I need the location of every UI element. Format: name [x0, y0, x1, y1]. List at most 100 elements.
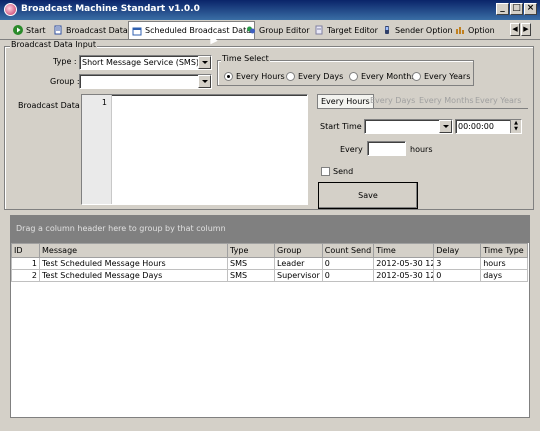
tab-sender-option[interactable]: Sender Option: [379, 21, 456, 39]
send-checkbox[interactable]: Send: [321, 167, 353, 176]
radio-every-days[interactable]: Every Days: [286, 72, 343, 81]
tab-broadcast-data-label: Broadcast Data: [66, 25, 128, 35]
cell-time[interactable]: 2012-05-30 12:0: [373, 257, 435, 270]
radio-dot-icon: [349, 72, 358, 81]
cell-id[interactable]: 1: [11, 257, 40, 270]
column-header-delay[interactable]: Delay: [433, 243, 482, 258]
scheduled-data-grid: Drag a column header here to group by th…: [10, 215, 530, 418]
cell-type[interactable]: SMS: [227, 269, 275, 282]
tab-scheduled-broadcast-data-label: Scheduled Broadcast Data: [145, 26, 252, 35]
tab-scroll-left-button[interactable]: ◀: [510, 23, 520, 36]
cell-group[interactable]: Supervisor: [274, 269, 323, 282]
type-select[interactable]: Short Message Service (SMS): [79, 55, 212, 70]
tab-start-label: Start: [26, 25, 46, 35]
target-icon: [315, 25, 323, 35]
type-select-value: Short Message Service (SMS): [82, 58, 200, 67]
cell-group[interactable]: Leader: [274, 257, 323, 270]
line-number: 1: [101, 98, 107, 107]
scheduled-data-table: ID Message Type Group Count Send Time De…: [11, 243, 529, 282]
tab-broadcast-data[interactable]: Broadcast Data: [50, 21, 131, 39]
close-button[interactable]: ×: [524, 3, 537, 15]
tab-target-editor-label: Target Editor: [327, 25, 378, 35]
cell-time[interactable]: 2012-05-30 12:0: [373, 269, 435, 282]
subtab-every-hours[interactable]: Every Hours: [317, 94, 374, 108]
column-header-type[interactable]: Type: [227, 243, 275, 258]
tab-group-editor-label: Group Editor: [259, 25, 310, 35]
chevron-down-icon[interactable]: [198, 75, 211, 88]
radio-every-months-label: Every Months: [361, 72, 416, 81]
radio-dot-icon: [224, 72, 233, 81]
start-time-input[interactable]: 00:00:00 ▲ ▼: [455, 119, 522, 134]
every-label: Every: [340, 145, 363, 154]
save-button[interactable]: Save: [318, 182, 418, 209]
broadcast-data-editor[interactable]: 1: [81, 94, 308, 205]
time-select-label: Time Select: [221, 54, 270, 63]
tab-target-editor[interactable]: Target Editor: [311, 21, 381, 39]
chevron-down-icon[interactable]: [439, 120, 452, 133]
chevron-down-icon[interactable]: [198, 56, 211, 69]
column-header-count-send[interactable]: Count Send: [321, 243, 375, 258]
tab-group-editor[interactable]: Group Editor: [243, 21, 313, 39]
group-label: Group :: [50, 77, 80, 86]
every-value-input[interactable]: [367, 141, 406, 156]
start-time-label: Start Time :: [320, 122, 367, 131]
cell-delay[interactable]: 0: [433, 269, 482, 282]
radio-dot-icon: [412, 72, 421, 81]
start-time-value: 00:00:00: [458, 122, 494, 131]
toolbar: Start Broadcast Data Scheduled Broadcast…: [0, 20, 540, 40]
group-by-drop-area[interactable]: Drag a column header here to group by th…: [11, 216, 529, 243]
cell-count-send[interactable]: 0: [321, 269, 375, 282]
radio-every-months[interactable]: Every Months: [349, 72, 416, 81]
send-checkbox-label: Send: [333, 167, 354, 176]
column-header-message[interactable]: Message: [39, 243, 228, 258]
tab-scroll-right-button[interactable]: ▶: [521, 23, 531, 36]
cell-time-type[interactable]: days: [480, 269, 529, 282]
subtab-every-months[interactable]: Every Months: [416, 94, 477, 108]
calendar-icon: [132, 27, 142, 35]
broadcast-data-label: Broadcast Data :: [18, 101, 85, 110]
cell-id[interactable]: 2: [11, 269, 40, 282]
minimize-button[interactable]: _: [496, 3, 509, 15]
play-icon: [13, 25, 23, 35]
group-select[interactable]: [79, 74, 212, 89]
radio-every-years[interactable]: Every Years: [412, 72, 470, 81]
column-header-time-type[interactable]: Time Type: [480, 243, 529, 258]
radio-every-hours-label: Every Hours: [236, 72, 285, 81]
start-date-picker[interactable]: [364, 119, 453, 134]
save-button-label: Save: [358, 191, 378, 200]
title-bar: Broadcast Machine Standart v1.0.0 _ □ ×: [0, 0, 540, 20]
group-icon: [247, 26, 255, 34]
table-row[interactable]: 2 Test Scheduled Message Days SMS Superv…: [11, 269, 529, 282]
scheduled-broadcast-panel: Broadcast Data Input Type : Short Messag…: [0, 40, 540, 431]
broadcast-input-group-label: Broadcast Data Input: [10, 40, 97, 49]
column-header-id[interactable]: ID: [11, 243, 40, 258]
checkbox-icon: [321, 167, 330, 176]
document-icon: [54, 25, 62, 35]
tab-sender-option-label: Sender Option: [395, 25, 453, 35]
cell-delay[interactable]: 3: [433, 257, 482, 270]
tab-option-label: Option: [468, 25, 495, 35]
radio-every-days-label: Every Days: [298, 72, 344, 81]
tab-start[interactable]: Start: [10, 21, 49, 39]
table-row[interactable]: 1 Test Scheduled Message Hours SMS Leade…: [11, 257, 529, 270]
cell-message[interactable]: Test Scheduled Message Hours: [39, 257, 228, 270]
cell-count-send[interactable]: 0: [321, 257, 375, 270]
line-gutter: 1: [82, 95, 112, 204]
column-header-time[interactable]: Time: [373, 243, 435, 258]
cell-message[interactable]: Test Scheduled Message Days: [39, 269, 228, 282]
radio-every-hours[interactable]: Every Hours: [224, 72, 285, 81]
subtab-every-years[interactable]: Every Years: [472, 94, 524, 108]
tab-option[interactable]: Option: [452, 21, 498, 39]
phone-icon: [385, 26, 389, 34]
spinner-icon[interactable]: ▲ ▼: [510, 120, 521, 133]
tab-scheduled-broadcast-data[interactable]: Scheduled Broadcast Data: [128, 21, 256, 39]
option-icon: [456, 27, 464, 34]
table-header-row: ID Message Type Group Count Send Time De…: [11, 243, 529, 258]
subtab-every-days[interactable]: Every Days: [367, 94, 418, 108]
cell-time-type[interactable]: hours: [480, 257, 529, 270]
maximize-button[interactable]: □: [510, 3, 523, 15]
hours-unit-label: hours: [410, 145, 433, 154]
cell-type[interactable]: SMS: [227, 257, 275, 270]
window-title: Broadcast Machine Standart v1.0.0: [21, 4, 200, 14]
column-header-group[interactable]: Group: [274, 243, 323, 258]
